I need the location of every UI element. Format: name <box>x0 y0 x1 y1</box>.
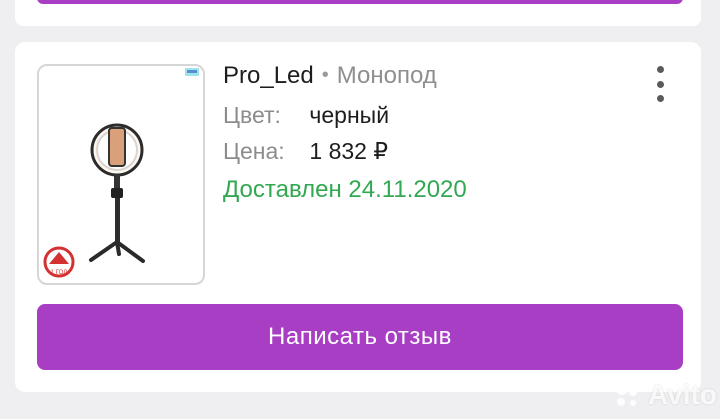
order-card: 1 ГОД Pro_Led • Монопод Цвет: черный Цена:… <box>15 42 701 392</box>
color-value: черный <box>309 102 390 128</box>
color-label: Цвет: <box>223 102 281 128</box>
avito-watermark: Avito <box>612 378 717 412</box>
product-title[interactable]: Pro_Led • Монопод <box>223 62 437 90</box>
title-separator: • <box>321 64 329 86</box>
product-name: Pro_Led <box>223 62 314 89</box>
avito-watermark-text: Avito <box>648 379 717 410</box>
price-label: Цена: <box>223 138 285 164</box>
write-review-button[interactable]: Написать отзыв <box>37 304 683 370</box>
color-row: Цвет: черный <box>223 102 389 129</box>
price-row: Цена: 1 832 ₽ <box>223 138 388 165</box>
more-vertical-icon[interactable] <box>651 66 669 102</box>
product-image[interactable]: 1 ГОД <box>37 64 205 285</box>
avito-logo-icon <box>616 383 637 406</box>
ring-light-monopod-picture: 1 ГОД <box>43 68 199 278</box>
delivery-status: Доставлен 24.11.2020 <box>223 176 467 203</box>
previous-order-card <box>15 0 701 26</box>
product-category: Монопод <box>336 62 437 89</box>
price-value: 1 832 ₽ <box>309 138 388 164</box>
warranty-badge-text: 1 ГОД <box>51 270 68 276</box>
previous-action-button[interactable] <box>37 0 683 4</box>
